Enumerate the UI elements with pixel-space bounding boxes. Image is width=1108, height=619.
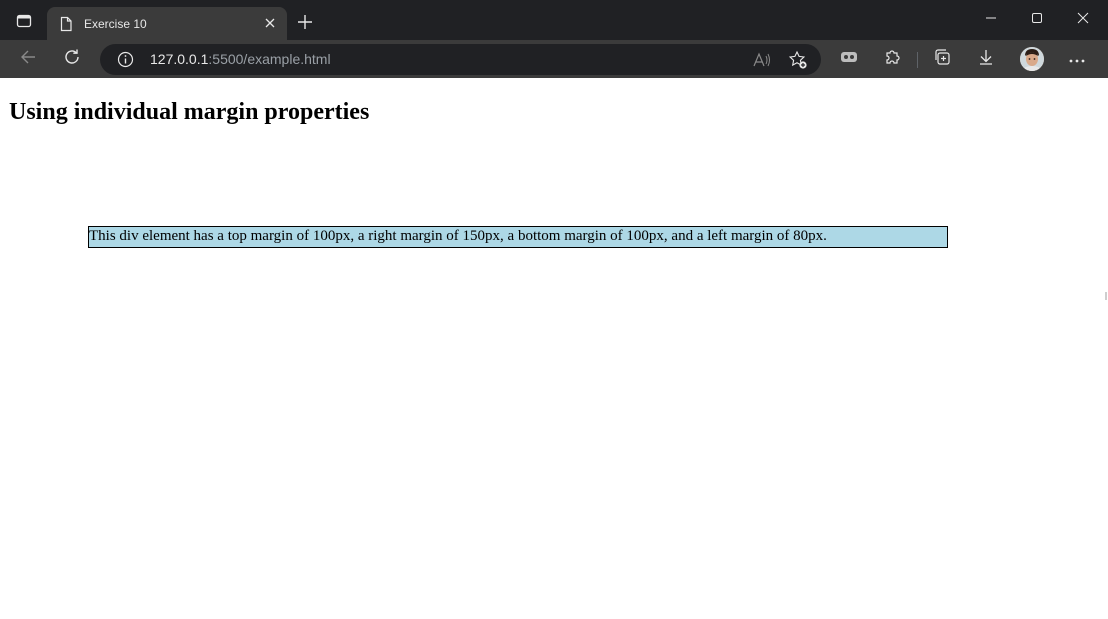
- new-tab-button[interactable]: [293, 12, 317, 36]
- gamepad-icon: [840, 50, 858, 68]
- back-arrow-icon: [19, 48, 37, 71]
- back-button[interactable]: [13, 45, 43, 73]
- tab-title: Exercise 10: [84, 16, 147, 31]
- toolbar: 127.0.0.1:5500/example.html: [0, 40, 1108, 78]
- puzzle-icon: [884, 48, 902, 71]
- settings-menu-button[interactable]: [1062, 45, 1092, 73]
- tab-actions-icon: [16, 13, 32, 34]
- page-viewport: Using individual margin properties This …: [0, 78, 1105, 619]
- collections-button[interactable]: [927, 45, 957, 73]
- refresh-button[interactable]: [57, 45, 87, 73]
- tab-active[interactable]: Exercise 10: [47, 7, 287, 40]
- downloads-button[interactable]: [971, 45, 1001, 73]
- tab-actions-button[interactable]: [9, 9, 39, 37]
- window-close-button[interactable]: [1060, 4, 1106, 36]
- avatar[interactable]: [1020, 47, 1044, 71]
- download-icon: [977, 48, 995, 71]
- read-aloud-icon[interactable]: [752, 50, 772, 70]
- info-icon[interactable]: [117, 51, 134, 68]
- tab-close-button[interactable]: [260, 14, 280, 34]
- extensions-button[interactable]: [878, 45, 908, 73]
- margin-demo-box: This div element has a top margin of 100…: [88, 226, 948, 248]
- refresh-icon: [63, 48, 81, 71]
- address-bar[interactable]: 127.0.0.1:5500/example.html: [100, 44, 821, 75]
- page-heading: Using individual margin properties: [9, 99, 370, 125]
- collections-icon: [933, 48, 951, 71]
- close-icon: [265, 15, 275, 33]
- toolbar-divider: [917, 52, 918, 68]
- url-text[interactable]: 127.0.0.1:5500/example.html: [150, 51, 331, 67]
- url-path: :5500/example.html: [208, 51, 331, 67]
- tab-strip: Exercise 10: [0, 0, 1108, 40]
- page-icon: [58, 16, 74, 32]
- plus-icon: [297, 14, 313, 35]
- close-icon: [1077, 11, 1089, 29]
- more-icon: [1069, 50, 1085, 68]
- url-host: 127.0.0.1: [150, 51, 209, 67]
- extension-app-button[interactable]: [834, 45, 864, 73]
- maximize-icon: [1031, 11, 1043, 29]
- add-favorite-icon[interactable]: [788, 50, 808, 70]
- maximize-button[interactable]: [1014, 4, 1060, 36]
- minimize-button[interactable]: [968, 4, 1014, 36]
- minimize-icon: [985, 11, 997, 29]
